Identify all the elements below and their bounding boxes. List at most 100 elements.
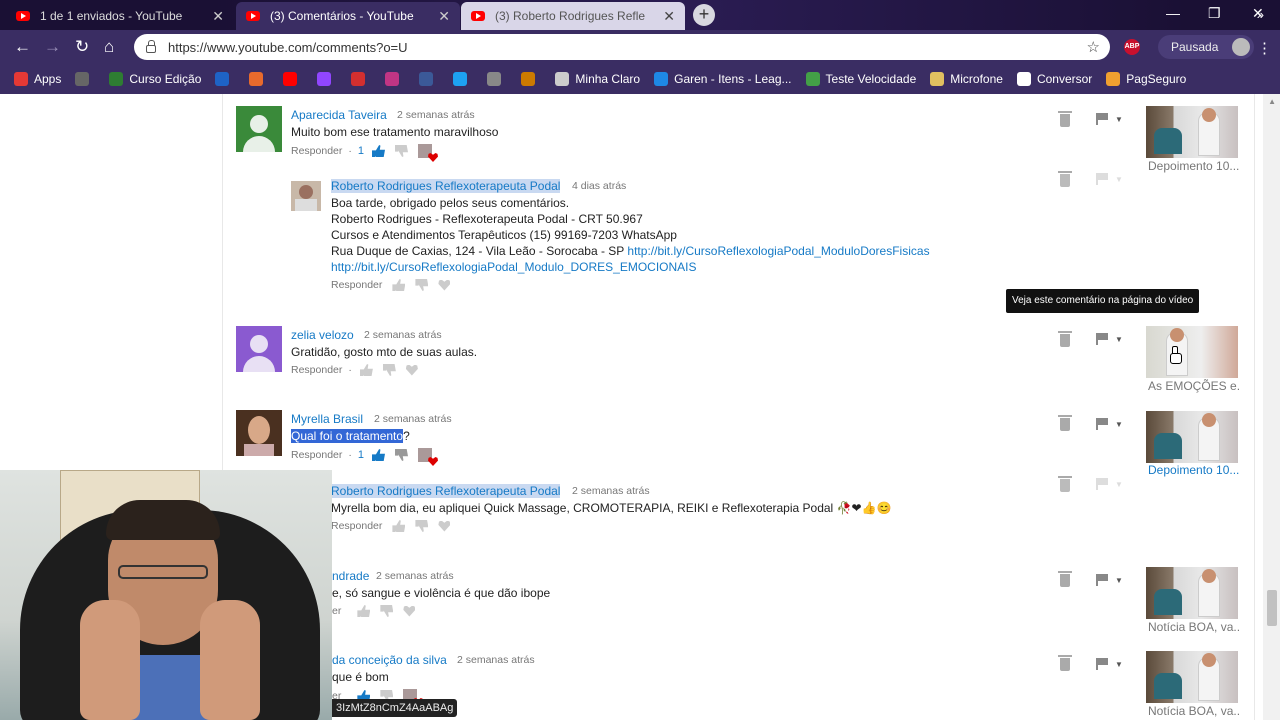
like-icon[interactable] (359, 364, 373, 376)
bookmark-item[interactable] (283, 72, 303, 86)
home-icon[interactable]: ⌂ (104, 37, 114, 57)
reply-button[interactable]: Responder (331, 520, 382, 532)
flag-icon[interactable] (1096, 658, 1108, 670)
video-title[interactable]: As EMOÇÕES e... (1148, 379, 1240, 393)
comment-time[interactable]: 2 semanas atrás (374, 413, 452, 425)
bookmark-item[interactable] (75, 72, 95, 86)
like-icon[interactable] (372, 449, 385, 461)
trash-icon[interactable] (1058, 171, 1072, 187)
comment-time[interactable]: 2 semanas atrás (364, 329, 442, 341)
avatar[interactable] (291, 181, 321, 211)
flag-icon[interactable] (1096, 113, 1108, 125)
flag-icon[interactable] (1096, 574, 1108, 586)
caret-down-icon[interactable]: ▼ (1115, 576, 1123, 585)
trash-icon[interactable] (1058, 476, 1072, 492)
heart-icon[interactable] (438, 279, 451, 291)
caret-down-icon[interactable]: ▼ (1115, 115, 1123, 124)
bookmark-item[interactable]: Microfone (930, 72, 1003, 86)
reply-button[interactable]: Responder (331, 279, 382, 291)
caret-down-icon[interactable]: ▼ (1115, 335, 1123, 344)
comment-link[interactable]: http://bit.ly/CursoReflexologiaPodal_Mod… (627, 244, 929, 258)
close-tab-icon[interactable]: ✕ (212, 8, 224, 25)
bookmark-item[interactable]: PagSeguro (1106, 72, 1186, 86)
bookmark-star-icon[interactable]: ☆ (1087, 38, 1100, 56)
reply-button[interactable]: Responder (291, 145, 342, 157)
trash-icon[interactable] (1058, 415, 1072, 431)
like-icon[interactable] (372, 145, 385, 157)
comment-time[interactable]: 2 semanas atrás (572, 485, 650, 497)
bookmark-item[interactable] (521, 72, 541, 86)
comment-author[interactable]: Aparecida Taveira (291, 108, 387, 122)
like-icon[interactable] (357, 605, 371, 617)
close-tab-icon[interactable]: ✕ (663, 8, 675, 25)
heart-icon[interactable] (405, 364, 418, 376)
comment-time[interactable]: 2 semanas atrás (376, 570, 454, 582)
dislike-icon[interactable] (395, 449, 408, 461)
dislike-icon[interactable] (415, 279, 429, 291)
comment-link[interactable]: http://bit.ly/CursoReflexologiaPodal_Mod… (331, 260, 697, 274)
address-bar[interactable]: https://www.youtube.com/comments?o=U ☆ (134, 34, 1110, 60)
bookmark-item[interactable]: Minha Claro (555, 72, 640, 86)
menu-icon[interactable]: ⋮ (1257, 39, 1272, 57)
avatar[interactable] (236, 326, 282, 372)
flag-icon[interactable] (1096, 333, 1108, 345)
flag-icon[interactable] (1096, 418, 1108, 430)
bookmark-item[interactable]: Garen - Itens - Leag... (654, 72, 792, 86)
reply-button[interactable]: Responder (291, 449, 342, 461)
more-bookmarks-icon[interactable]: » (1257, 7, 1264, 22)
caret-down-icon[interactable]: ▼ (1115, 420, 1123, 429)
bookmark-item[interactable] (419, 72, 439, 86)
comment-author[interactable]: Myrella Brasil (291, 412, 363, 426)
back-icon[interactable]: ← (14, 37, 31, 57)
new-tab-button[interactable]: + (693, 4, 715, 26)
avatar[interactable] (236, 106, 282, 152)
tab-comments[interactable]: (3) Comentários - YouTube ✕ (236, 2, 460, 30)
bookmark-item[interactable]: Conversor (1016, 72, 1092, 86)
profile-button[interactable]: Pausada (1158, 35, 1255, 59)
comment-author[interactable]: Roberto Rodrigues Reflexoterapeuta Podal (331, 179, 561, 193)
bookmark-item[interactable] (385, 72, 405, 86)
dislike-icon[interactable] (415, 520, 429, 532)
flag-icon[interactable] (1096, 478, 1108, 490)
heart-icon[interactable] (403, 605, 416, 617)
avatar[interactable] (236, 410, 282, 456)
video-title[interactable]: Notícia BOA, va... (1148, 620, 1240, 634)
bookmark-item[interactable] (215, 72, 235, 86)
trash-icon[interactable] (1058, 111, 1072, 127)
video-thumbnail[interactable] (1146, 567, 1238, 619)
scrollbar-thumb[interactable] (1267, 590, 1277, 626)
comment-time[interactable]: 4 dias atrás (572, 180, 626, 192)
minimize-icon[interactable]: — (1166, 5, 1180, 21)
forward-icon[interactable]: → (44, 37, 61, 57)
reload-icon[interactable]: ↻ (75, 37, 89, 57)
caret-down-icon[interactable]: ▼ (1115, 480, 1123, 489)
comment-author[interactable]: ndrade (332, 569, 369, 583)
scrollbar[interactable]: ▲ (1263, 94, 1280, 720)
bookmark-item[interactable] (351, 72, 371, 86)
reply-button[interactable]: Responder (291, 364, 342, 376)
like-icon[interactable] (392, 520, 406, 532)
adblock-icon[interactable]: ABP (1124, 39, 1140, 55)
tab-channel[interactable]: (3) Roberto Rodrigues Reflexoter ✕ (461, 2, 685, 30)
dislike-icon[interactable] (395, 145, 408, 157)
bookmark-item[interactable] (487, 72, 507, 86)
video-thumbnail[interactable] (1146, 326, 1238, 378)
bookmark-item[interactable] (453, 72, 473, 86)
restore-icon[interactable]: ❐ (1208, 5, 1221, 22)
bookmark-item[interactable] (317, 72, 337, 86)
trash-icon[interactable] (1058, 331, 1072, 347)
comment-author[interactable]: da conceição da silva (332, 653, 447, 667)
flag-icon[interactable] (1096, 173, 1108, 185)
comment-time[interactable]: 2 semanas atrás (457, 654, 535, 666)
video-title[interactable]: Depoimento 10... (1148, 463, 1240, 477)
scroll-up-icon[interactable]: ▲ (1268, 97, 1276, 106)
caret-down-icon[interactable]: ▼ (1115, 660, 1123, 669)
close-tab-icon[interactable]: ✕ (438, 8, 450, 25)
video-thumbnail[interactable] (1146, 106, 1238, 158)
video-title[interactable]: Depoimento 10... (1148, 159, 1240, 173)
video-thumbnail[interactable] (1146, 411, 1238, 463)
heart-icon[interactable] (438, 520, 451, 532)
video-title[interactable]: Notícia BOA, va... (1148, 704, 1240, 718)
bookmark-item[interactable]: Curso Edição (109, 72, 201, 86)
trash-icon[interactable] (1058, 571, 1072, 587)
